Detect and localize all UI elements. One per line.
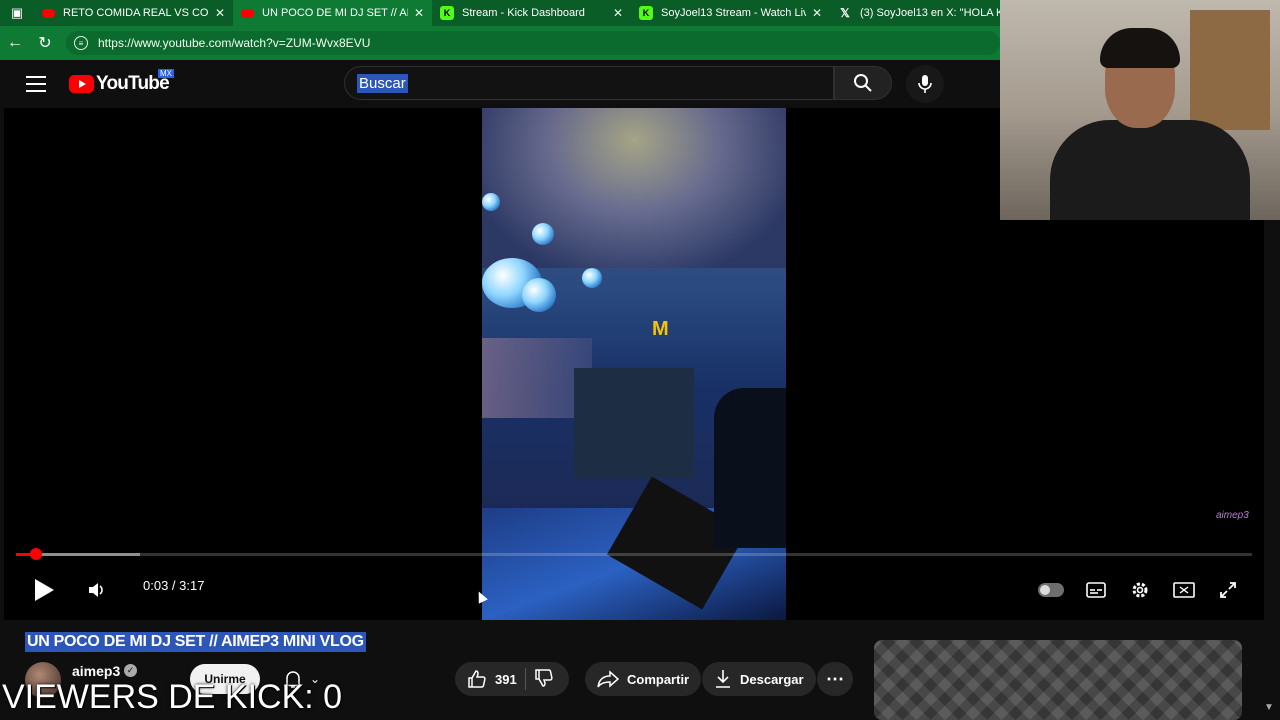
like-divider	[524, 668, 526, 690]
theater-mode-button[interactable]	[1170, 574, 1198, 606]
download-label: Descargar	[740, 671, 804, 687]
video-dj-booth	[574, 368, 694, 478]
streamer-webcam	[1000, 0, 1280, 220]
tab-close-icon[interactable]: ✕	[215, 6, 225, 20]
download-icon	[716, 670, 730, 688]
theater-icon	[1173, 582, 1195, 598]
kick-icon: K	[639, 6, 653, 20]
channel-watermark[interactable]: aimep3	[1216, 510, 1249, 521]
download-button[interactable]: Descargar	[702, 662, 816, 696]
recommended-video-thumbnail[interactable]	[874, 640, 1242, 720]
webcam-person-hair	[1100, 28, 1180, 68]
reload-icon[interactable]: ↻	[30, 28, 60, 58]
tab-3[interactable]: K Stream - Kick Dashboard ✕	[432, 0, 631, 26]
subtitles-icon	[1086, 582, 1106, 598]
disco-ball	[482, 193, 500, 211]
disco-ball	[532, 223, 554, 245]
tab-title: UN POCO DE MI DJ SET // AIMEP	[262, 7, 408, 19]
window-menu-icon[interactable]: ▣	[0, 0, 34, 26]
stream-viewer-count: VIEWERS DE KICK: 0	[2, 678, 343, 716]
search-button[interactable]	[834, 66, 892, 100]
tab-4[interactable]: K SoyJoel13 Stream - Watch Live or ✕	[631, 0, 830, 26]
like-count: 391	[495, 671, 517, 687]
url-field[interactable]: ≡ https://www.youtube.com/watch?v=ZUM-Wv…	[65, 31, 1000, 55]
hamburger-menu-icon[interactable]	[26, 76, 46, 92]
video-person	[714, 388, 786, 548]
video-ceiling	[482, 108, 786, 268]
like-button[interactable]: 391	[467, 669, 517, 689]
youtube-header: YouTube MX Buscar	[0, 60, 1000, 108]
volume-icon	[89, 583, 103, 597]
youtube-icon	[241, 8, 254, 18]
settings-button[interactable]	[1126, 574, 1154, 606]
share-icon	[597, 670, 619, 688]
tab-2[interactable]: UN POCO DE MI DJ SET // AIMEP ✕	[233, 0, 432, 26]
scroll-down-arrow[interactable]: ▼	[1264, 702, 1274, 713]
autoplay-toggle[interactable]	[1036, 574, 1066, 606]
more-actions-button[interactable]: ⋯	[817, 662, 853, 696]
channel-name[interactable]: aimep3	[72, 663, 120, 679]
verified-icon: ✓	[124, 664, 137, 677]
webcam-person-body	[1050, 120, 1250, 220]
microphone-icon	[918, 75, 932, 93]
disco-ball	[522, 278, 556, 312]
kick-icon: K	[440, 6, 454, 20]
subtitles-button[interactable]	[1082, 574, 1110, 606]
thumbs-down-icon	[534, 668, 553, 687]
tab-1[interactable]: RETO COMIDA REAL VS COMIDA ✕	[34, 0, 233, 26]
progress-scrubber[interactable]	[29, 548, 42, 560]
tab-title: RETO COMIDA REAL VS COMIDA	[63, 7, 209, 19]
search-input[interactable]: Buscar	[344, 66, 834, 100]
video-title: UN POCO DE MI DJ SET // AIMEP3 MINI VLOG	[25, 632, 366, 652]
tab-close-icon[interactable]: ✕	[812, 6, 822, 20]
country-code: MX	[158, 69, 174, 78]
site-info-icon[interactable]: ≡	[73, 36, 88, 50]
search-icon	[854, 74, 872, 92]
share-label: Compartir	[627, 671, 690, 687]
youtube-play-icon	[69, 75, 94, 93]
back-arrow-icon[interactable]: ←	[0, 28, 30, 58]
volume-button[interactable]	[82, 574, 112, 606]
thumbs-up-icon	[468, 670, 486, 688]
url-text: https://www.youtube.com/watch?v=ZUM-Wvx8…	[97, 36, 371, 50]
share-button[interactable]: Compartir	[585, 662, 702, 696]
time-display: 0:03 / 3:17	[143, 578, 205, 593]
tab-title: Stream - Kick Dashboard	[462, 7, 585, 19]
search-text: Buscar	[357, 73, 408, 93]
play-icon	[35, 579, 54, 601]
voice-search-button[interactable]	[906, 65, 944, 103]
video-frame[interactable]: M	[482, 108, 786, 620]
video-sign: M	[652, 318, 669, 340]
play-button[interactable]	[26, 574, 60, 606]
x-icon: 𝕏	[840, 6, 850, 20]
youtube-logo[interactable]: YouTube MX	[69, 69, 174, 95]
gear-icon	[1132, 582, 1148, 598]
fullscreen-button[interactable]	[1214, 574, 1242, 606]
tab-close-icon[interactable]: ✕	[613, 6, 623, 20]
tab-title: SoyJoel13 Stream - Watch Live or	[661, 7, 806, 19]
tab-close-icon[interactable]: ✕	[414, 6, 424, 20]
fullscreen-icon	[1220, 582, 1236, 598]
dislike-button[interactable]	[534, 668, 554, 691]
youtube-icon	[42, 8, 55, 18]
progress-bar[interactable]	[16, 553, 1252, 556]
tab-title: (3) SoyJoel13 en X: "HOLA KICK	[860, 7, 1021, 19]
autoplay-toggle-icon	[1038, 583, 1064, 597]
like-dislike-group: 391	[455, 662, 569, 696]
disco-ball	[582, 268, 602, 288]
address-bar-row: ← ↻ ≡ https://www.youtube.com/watch?v=ZU…	[0, 26, 1000, 60]
webcam-shelf	[1190, 10, 1270, 130]
more-horizontal-icon: ⋯	[826, 669, 844, 689]
